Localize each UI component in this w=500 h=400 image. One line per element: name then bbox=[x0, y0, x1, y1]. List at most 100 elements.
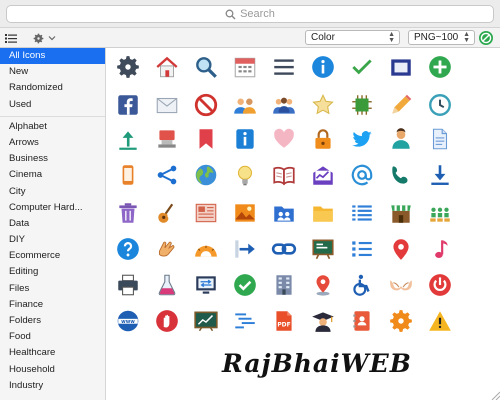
people-folder-icon[interactable] bbox=[271, 200, 297, 226]
facebook-icon[interactable] bbox=[115, 92, 141, 118]
color-select[interactable]: Color ▲ ▼ bbox=[305, 30, 400, 45]
phone-handset-icon[interactable] bbox=[388, 162, 414, 188]
sidebar-item-household[interactable]: Household bbox=[0, 362, 105, 378]
search-input[interactable]: Search bbox=[6, 5, 494, 23]
upload-icon[interactable] bbox=[115, 126, 141, 152]
sidebar-item-finance[interactable]: Finance bbox=[0, 297, 105, 313]
pdf-icon[interactable]: PDF bbox=[271, 308, 297, 334]
arrow-right-box-icon[interactable] bbox=[232, 236, 258, 262]
sidebar-item-cinema[interactable]: Cinema bbox=[0, 167, 105, 183]
chip-icon[interactable] bbox=[349, 92, 375, 118]
cog-orange-icon[interactable] bbox=[388, 308, 414, 334]
text-align-icon[interactable] bbox=[232, 308, 258, 334]
gear-icon[interactable] bbox=[115, 54, 141, 80]
checklist-icon[interactable] bbox=[349, 236, 375, 262]
location-pin-icon[interactable] bbox=[310, 272, 336, 298]
lock-icon[interactable] bbox=[310, 126, 336, 152]
sidebar-item-industry[interactable]: Industry bbox=[0, 378, 105, 394]
pencil-icon[interactable] bbox=[388, 92, 414, 118]
no-background-button[interactable] bbox=[478, 30, 494, 46]
newspaper-icon[interactable] bbox=[193, 200, 219, 226]
sidebar-item-healthcare[interactable]: Healthcare bbox=[0, 345, 105, 361]
warning-icon[interactable] bbox=[427, 308, 453, 334]
no-entry-icon[interactable] bbox=[193, 92, 219, 118]
sidebar-item-business[interactable]: Business bbox=[0, 151, 105, 167]
plus-icon[interactable] bbox=[427, 54, 453, 80]
at-sign-icon[interactable] bbox=[349, 162, 375, 188]
globe-icon[interactable] bbox=[193, 162, 219, 188]
gear-menu-button[interactable] bbox=[32, 31, 58, 45]
contacts-book-icon[interactable] bbox=[349, 308, 375, 334]
info-card-icon[interactable] bbox=[232, 126, 258, 152]
sidebar-item-all-icons[interactable]: All Icons bbox=[0, 48, 105, 65]
menu-icon[interactable] bbox=[271, 54, 297, 80]
home-icon[interactable] bbox=[154, 54, 180, 80]
envelope-icon[interactable] bbox=[154, 92, 180, 118]
blackboard-icon[interactable] bbox=[310, 236, 336, 262]
twitter-icon[interactable] bbox=[349, 126, 375, 152]
list-icon[interactable] bbox=[5, 32, 17, 44]
resize-grip-icon[interactable] bbox=[490, 390, 500, 400]
wheelchair-icon[interactable] bbox=[349, 272, 375, 298]
heart-icon[interactable] bbox=[271, 126, 297, 152]
help-icon[interactable] bbox=[115, 236, 141, 262]
map-pin-icon[interactable] bbox=[388, 236, 414, 262]
music-note-icon[interactable] bbox=[427, 236, 453, 262]
sidebar-item-ecommerce[interactable]: Ecommerce bbox=[0, 248, 105, 264]
star-icon[interactable] bbox=[310, 92, 336, 118]
sidebar-item-editing[interactable]: Editing bbox=[0, 264, 105, 280]
transfer-monitor-icon[interactable] bbox=[193, 272, 219, 298]
checkmark-icon[interactable] bbox=[349, 54, 375, 80]
clapping-hands-icon[interactable] bbox=[154, 236, 180, 262]
chart-board-icon[interactable] bbox=[193, 308, 219, 334]
trash-icon[interactable] bbox=[115, 200, 141, 226]
flask-icon[interactable] bbox=[154, 272, 180, 298]
stop-hand-icon[interactable] bbox=[154, 308, 180, 334]
sidebar-item-food[interactable]: Food bbox=[0, 329, 105, 345]
person-icon[interactable] bbox=[388, 126, 414, 152]
sidebar-item-alphabet[interactable]: Alphabet bbox=[0, 119, 105, 135]
bookmark-icon[interactable] bbox=[193, 126, 219, 152]
bra-icon[interactable] bbox=[388, 272, 414, 298]
landscape-image-icon[interactable] bbox=[232, 200, 258, 226]
office-building-icon[interactable] bbox=[271, 272, 297, 298]
sidebar-item-diy[interactable]: DIY bbox=[0, 232, 105, 248]
open-book-icon[interactable] bbox=[271, 162, 297, 188]
power-icon[interactable] bbox=[427, 272, 453, 298]
light-bulb-icon[interactable] bbox=[232, 162, 258, 188]
stamp-icon[interactable] bbox=[154, 126, 180, 152]
protractor-icon[interactable] bbox=[193, 236, 219, 262]
format-select[interactable]: PNG~100 ▲ ▼ bbox=[408, 30, 475, 45]
share-icon[interactable] bbox=[154, 162, 180, 188]
guitar-icon[interactable] bbox=[154, 200, 180, 226]
calendar-icon[interactable] bbox=[232, 54, 258, 80]
sidebar-item-data[interactable]: Data bbox=[0, 216, 105, 232]
sidebar-item-new[interactable]: New bbox=[0, 64, 105, 80]
list-lines-icon[interactable] bbox=[349, 200, 375, 226]
graduate-icon[interactable] bbox=[310, 308, 336, 334]
picture-frame-icon[interactable] bbox=[388, 54, 414, 80]
clock-icon[interactable] bbox=[427, 92, 453, 118]
sidebar-item-arrows[interactable]: Arrows bbox=[0, 135, 105, 151]
document-icon[interactable] bbox=[427, 126, 453, 152]
storefront-icon[interactable] bbox=[388, 200, 414, 226]
team-icon[interactable] bbox=[232, 92, 258, 118]
folder-icon[interactable] bbox=[310, 200, 336, 226]
www-icon[interactable]: www bbox=[115, 308, 141, 334]
smartphone-icon[interactable] bbox=[115, 162, 141, 188]
chain-link-icon[interactable] bbox=[271, 236, 297, 262]
check-circle-icon[interactable] bbox=[232, 272, 258, 298]
sidebar-item-folders[interactable]: Folders bbox=[0, 313, 105, 329]
audience-icon[interactable] bbox=[427, 200, 453, 226]
sidebar-item-randomized[interactable]: Randomized bbox=[0, 80, 105, 96]
info-icon[interactable] bbox=[310, 54, 336, 80]
sidebar-item-computer-hardware[interactable]: Computer Hard... bbox=[0, 200, 105, 216]
sidebar-item-city[interactable]: City bbox=[0, 184, 105, 200]
search-icon[interactable] bbox=[193, 54, 219, 80]
download-icon[interactable] bbox=[427, 162, 453, 188]
inbox-chart-icon[interactable] bbox=[310, 162, 336, 188]
printer-icon[interactable] bbox=[115, 272, 141, 298]
sidebar-item-files[interactable]: Files bbox=[0, 281, 105, 297]
sidebar-item-used[interactable]: Used bbox=[0, 97, 105, 113]
group-icon[interactable] bbox=[271, 92, 297, 118]
